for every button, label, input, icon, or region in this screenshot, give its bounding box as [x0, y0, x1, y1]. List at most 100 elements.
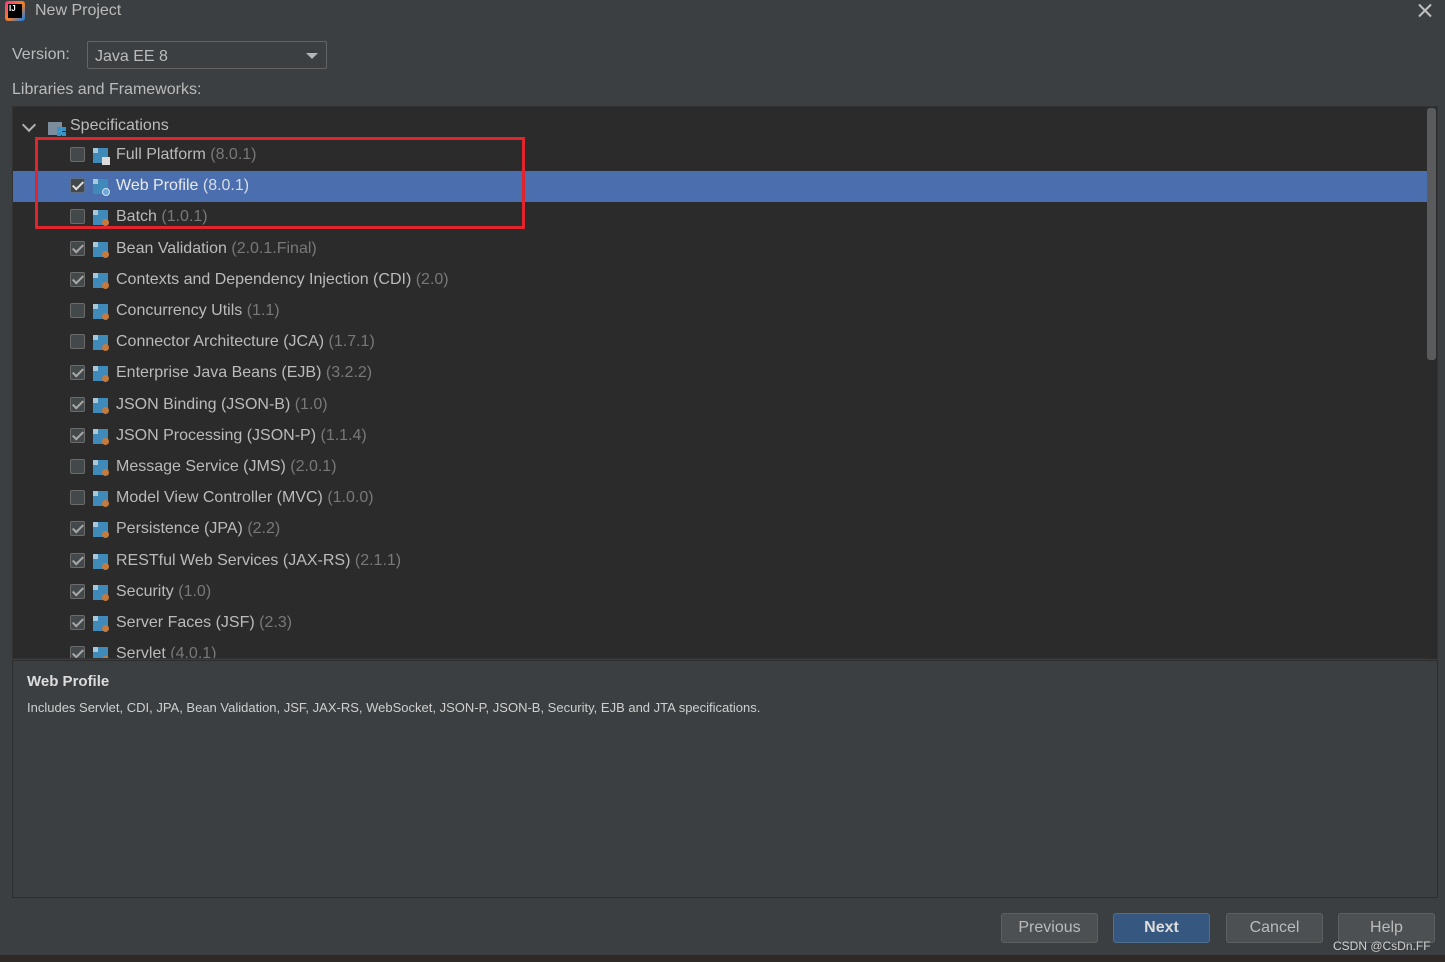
- specification-icon: [93, 616, 110, 633]
- spec-version: (1.0): [294, 396, 328, 413]
- checkbox[interactable]: [70, 241, 85, 256]
- specification-icon: [93, 522, 110, 539]
- checkbox[interactable]: [70, 490, 85, 505]
- checkbox[interactable]: [70, 365, 85, 380]
- spec-version: (2.0.1): [290, 458, 337, 475]
- tree-item-label: JSON Processing (JSON-P) (1.1.4): [116, 427, 367, 445]
- tree-root-specifications[interactable]: Specifications: [13, 115, 1423, 139]
- tree-item[interactable]: Connector Architecture (JCA) (1.7.1): [13, 327, 1423, 358]
- specifications-folder-icon: [48, 120, 66, 136]
- spec-name: Model View Controller (MVC): [116, 489, 323, 506]
- spec-name: Bean Validation: [116, 240, 227, 257]
- spec-name: JSON Processing (JSON-P): [116, 427, 317, 444]
- tree-item[interactable]: RESTful Web Services (JAX-RS) (2.1.1): [13, 546, 1423, 577]
- specification-icon: [93, 429, 110, 446]
- tree-item[interactable]: JSON Binding (JSON-B) (1.0): [13, 390, 1423, 421]
- specification-icon: [93, 554, 110, 571]
- tree-item[interactable]: JSON Processing (JSON-P) (1.1.4): [13, 421, 1423, 452]
- spec-name: Enterprise Java Beans (EJB): [116, 364, 322, 381]
- spec-name: Server Faces (JSF): [116, 614, 255, 631]
- tree-item[interactable]: Bean Validation (2.0.1.Final): [13, 234, 1423, 265]
- checkbox[interactable]: [70, 553, 85, 568]
- checkbox[interactable]: [70, 584, 85, 599]
- version-dropdown[interactable]: Java EE 8: [87, 41, 327, 69]
- close-icon[interactable]: [1414, 0, 1436, 22]
- bottom-strip: [0, 955, 1445, 962]
- spec-version: (4.0.1): [170, 645, 217, 659]
- spec-version: (2.3): [259, 614, 293, 631]
- tree-item-label: Server Faces (JSF) (2.3): [116, 614, 292, 632]
- checkbox[interactable]: [70, 615, 85, 630]
- spec-version: (2.1.1): [354, 552, 402, 569]
- spec-name: Servlet: [116, 645, 166, 659]
- tree-item-label: Security (1.0): [116, 583, 211, 601]
- spec-version: (1.0): [178, 583, 212, 600]
- specification-icon: [93, 647, 110, 658]
- checkbox[interactable]: [70, 646, 85, 658]
- chevron-down-icon: [306, 53, 318, 59]
- checkbox[interactable]: [70, 428, 85, 443]
- description-panel: Web Profile Includes Servlet, CDI, JPA, …: [12, 660, 1438, 898]
- description-title: Web Profile: [27, 673, 110, 690]
- specification-icon: [93, 585, 110, 602]
- tree-item[interactable]: Persistence (JPA) (2.2): [13, 514, 1423, 545]
- specification-icon: [93, 398, 110, 415]
- next-button[interactable]: Next: [1113, 913, 1210, 943]
- spec-name: Contexts and Dependency Injection (CDI): [116, 271, 412, 288]
- spec-version: (1.0.0): [327, 489, 374, 506]
- tree-item-label: Connector Architecture (JCA) (1.7.1): [116, 333, 375, 351]
- checkbox[interactable]: [70, 303, 85, 318]
- checkbox[interactable]: [70, 459, 85, 474]
- tree-root-label: Specifications: [70, 117, 169, 134]
- checkbox[interactable]: [70, 397, 85, 412]
- specification-icon: [93, 366, 110, 383]
- specification-icon: [93, 491, 110, 508]
- spec-name: JSON Binding (JSON-B): [116, 396, 291, 413]
- spec-name: Connector Architecture (JCA): [116, 333, 325, 350]
- tree-item[interactable]: Model View Controller (MVC) (1.0.0): [13, 483, 1423, 514]
- checkbox[interactable]: [70, 272, 85, 287]
- specification-icon: [93, 273, 110, 290]
- tree-item[interactable]: Security (1.0): [13, 577, 1423, 608]
- spec-version: (2.0): [415, 271, 449, 288]
- scrollbar-thumb[interactable]: [1427, 108, 1436, 360]
- spec-name: Concurrency Utils: [116, 302, 243, 319]
- tree-item[interactable]: Concurrency Utils (1.1): [13, 296, 1423, 327]
- spec-name: Message Service (JMS): [116, 458, 286, 475]
- tree-item[interactable]: Enterprise Java Beans (EJB) (3.2.2): [13, 358, 1423, 389]
- spec-version: (2.2): [247, 520, 281, 537]
- tree-item-label: Message Service (JMS) (2.0.1): [116, 458, 337, 476]
- spec-version: (1.1.4): [320, 427, 367, 444]
- window-title: New Project: [35, 2, 122, 19]
- spec-version: (1.7.1): [328, 333, 375, 350]
- tree-item-label: RESTful Web Services (JAX-RS) (2.1.1): [116, 552, 401, 570]
- tree-item[interactable]: Servlet (4.0.1): [13, 639, 1423, 659]
- highlight-annotation-box: [35, 137, 525, 229]
- chevron-down-icon[interactable]: [21, 117, 37, 133]
- libraries-label: Libraries and Frameworks:: [12, 81, 202, 98]
- specification-icon: [93, 304, 110, 321]
- tree-item-label: Persistence (JPA) (2.2): [116, 520, 280, 538]
- tree-item[interactable]: Message Service (JMS) (2.0.1): [13, 452, 1423, 483]
- cancel-button[interactable]: Cancel: [1226, 913, 1323, 943]
- previous-button[interactable]: Previous: [1001, 913, 1098, 943]
- checkbox[interactable]: [70, 521, 85, 536]
- tree-item[interactable]: Contexts and Dependency Injection (CDI) …: [13, 265, 1423, 296]
- spec-version: (1.1): [246, 302, 280, 319]
- version-value: Java EE 8: [95, 48, 168, 65]
- checkbox[interactable]: [70, 334, 85, 349]
- tree-item-label: Contexts and Dependency Injection (CDI) …: [116, 271, 449, 289]
- specification-icon: [93, 335, 110, 352]
- tree-item[interactable]: Server Faces (JSF) (2.3): [13, 608, 1423, 639]
- watermark-text: CSDN @CsDn.FF: [1333, 939, 1431, 953]
- tree-item-label: Enterprise Java Beans (EJB) (3.2.2): [116, 364, 372, 382]
- specification-icon: [93, 242, 110, 259]
- spec-name: Persistence (JPA): [116, 520, 243, 537]
- spec-version: (2.0.1.Final): [231, 240, 317, 257]
- description-text: Includes Servlet, CDI, JPA, Bean Validat…: [27, 700, 761, 715]
- spec-name: Security: [116, 583, 174, 600]
- tree-item-label: Servlet (4.0.1): [116, 645, 217, 659]
- tree-item-label: JSON Binding (JSON-B) (1.0): [116, 396, 328, 414]
- specification-icon: [93, 460, 110, 477]
- spec-name: RESTful Web Services (JAX-RS): [116, 552, 351, 569]
